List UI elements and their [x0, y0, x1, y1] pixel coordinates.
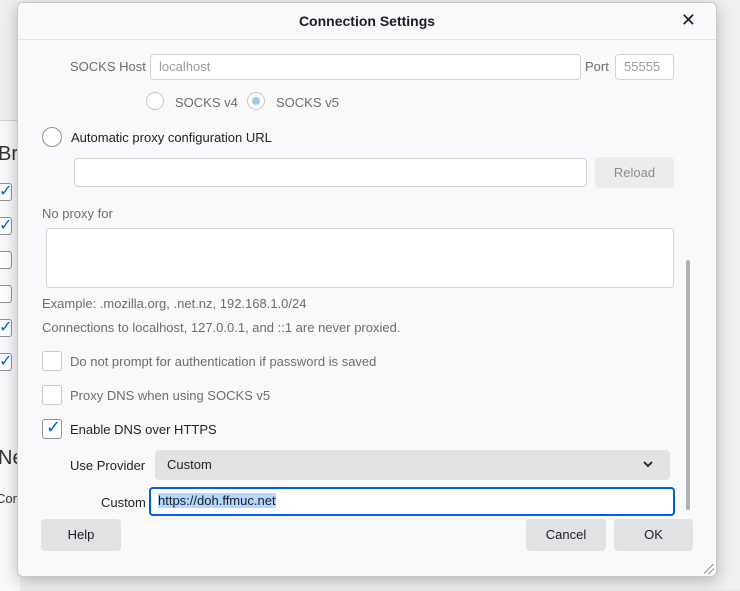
no-auth-prompt-label: Do not prompt for authentication if pass…: [70, 354, 377, 369]
enable-doh-checkbox[interactable]: [42, 417, 62, 439]
socks-host-input[interactable]: localhost: [150, 54, 581, 80]
socks-v4-label: SOCKS v4: [175, 95, 238, 110]
auto-proxy-url-input[interactable]: [74, 158, 587, 187]
close-icon[interactable]: ✕: [681, 10, 696, 31]
background-checkbox: [0, 251, 12, 269]
vertical-scrollbar[interactable]: [686, 260, 690, 510]
cancel-button[interactable]: Cancel: [526, 519, 606, 551]
provider-select-value: Custom: [167, 457, 212, 472]
custom-doh-url-input[interactable]: https://doh.ffmuc.net: [149, 487, 675, 516]
background-checkbox: [0, 181, 12, 201]
dialog-title: Connection Settings: [298, 13, 436, 29]
no-proxy-note: Connections to localhost, 127.0.0.1, and…: [42, 320, 401, 335]
socks-host-label: SOCKS Host: [70, 59, 146, 74]
custom-doh-url-value: https://doh.ffmuc.net: [158, 493, 276, 508]
help-button[interactable]: Help: [41, 519, 121, 551]
background-checkbox: [0, 285, 12, 303]
use-provider-label: Use Provider: [70, 458, 146, 473]
no-proxy-example: Example: .mozilla.org, .net.nz, 192.168.…: [42, 296, 307, 311]
dialog-content: SOCKS Host localhost Port 55555 SOCKS v4…: [18, 40, 716, 516]
socks-port-label: Port: [585, 59, 609, 74]
ok-button[interactable]: OK: [614, 519, 693, 551]
socks-v4-radio[interactable]: [146, 92, 164, 110]
auto-proxy-label: Automatic proxy configuration URL: [71, 130, 272, 145]
background-checkbox: [0, 351, 12, 371]
socks-v5-radio[interactable]: [247, 92, 265, 110]
custom-label: Custom: [101, 495, 146, 510]
no-proxy-textarea[interactable]: [46, 228, 674, 288]
auto-proxy-radio[interactable]: [42, 127, 62, 147]
reload-button[interactable]: Reload: [595, 157, 674, 188]
connection-settings-dialog: Connection Settings ✕ SOCKS Host localho…: [17, 2, 717, 577]
provider-select[interactable]: Custom: [155, 450, 670, 480]
background-checkbox: [0, 317, 12, 337]
proxy-dns-label: Proxy DNS when using SOCKS v5: [70, 388, 271, 403]
enable-doh-label: Enable DNS over HTTPS: [70, 422, 217, 437]
socks-port-input[interactable]: 55555: [615, 54, 674, 80]
background-checkbox: [0, 215, 12, 235]
dialog-titlebar: Connection Settings ✕: [18, 3, 716, 40]
proxy-dns-checkbox[interactable]: [42, 385, 62, 405]
resize-grip-icon[interactable]: [704, 564, 714, 574]
chevron-down-icon: [642, 450, 654, 491]
socks-v5-label: SOCKS v5: [276, 95, 339, 110]
no-auth-prompt-checkbox[interactable]: [42, 351, 62, 371]
no-proxy-label: No proxy for: [42, 206, 113, 221]
